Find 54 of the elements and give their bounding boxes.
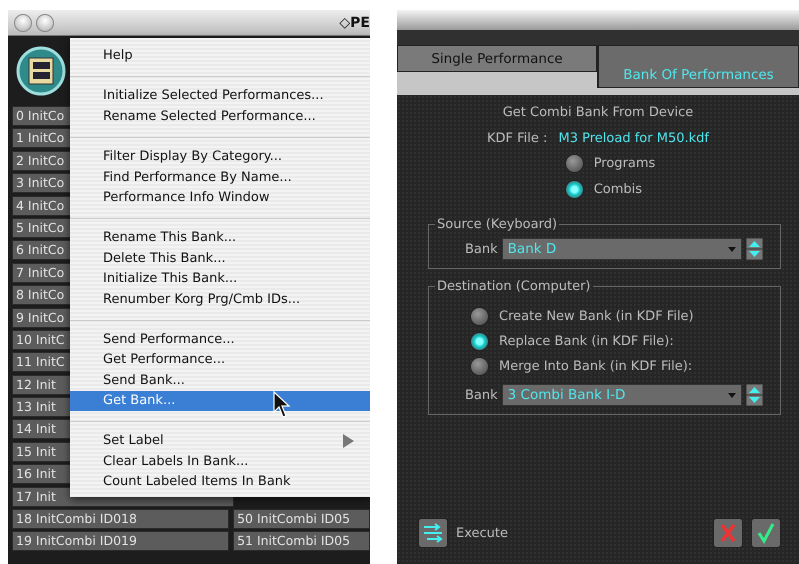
menu-item[interactable]: Get Performance... — [70, 350, 370, 371]
menu-item[interactable]: Send Performance... — [70, 330, 370, 350]
group-title: Source (Keyboard) — [436, 217, 558, 232]
execute-label: Execute — [456, 526, 508, 540]
window-title: ◇PE — [339, 14, 370, 30]
menu-item[interactable]: Set Label — [70, 431, 370, 452]
tab[interactable]: Single Performance — [397, 45, 597, 72]
radio-button[interactable] — [470, 306, 489, 326]
radio-button[interactable] — [470, 332, 489, 350]
radio-label: Combis — [594, 182, 642, 196]
field-label: Bank — [465, 242, 498, 256]
menu-item[interactable]: Renumber Korg Prg/Cmb IDs... — [70, 290, 370, 310]
submenu-arrow-icon — [342, 434, 354, 448]
radio-label: Replace Bank (in KDF File): — [499, 334, 674, 348]
menu-item[interactable]: Initialize Selected Performances... — [70, 86, 370, 107]
radio-button[interactable] — [564, 180, 584, 198]
performance-cell[interactable]: 18 InitCombi ID018 — [12, 509, 230, 530]
menu-item[interactable]: Performance Info Window — [70, 188, 370, 208]
radio-label: Programs — [594, 156, 656, 170]
menu-item[interactable]: Send Bank... — [70, 370, 370, 392]
mouse-pointer-icon — [273, 391, 291, 418]
execute-button[interactable] — [418, 518, 448, 548]
menu-item[interactable]: Rename This Bank... — [70, 228, 370, 249]
stepper-button[interactable] — [746, 238, 763, 260]
bank-dropdown[interactable]: Bank D — [502, 238, 742, 260]
bank-dropdown[interactable]: 3 Combi Bank I-D — [502, 384, 742, 406]
tab[interactable]: Bank Of Performances — [597, 45, 799, 88]
radio-label: Merge Into Bank (in KDF File): — [499, 358, 692, 374]
performance-cell[interactable]: 51 InitCombi ID05 — [233, 531, 370, 552]
radio-button[interactable] — [470, 356, 489, 376]
performance-cell[interactable]: 19 InitCombi ID019 — [12, 531, 230, 552]
window-control-button[interactable] — [14, 14, 32, 32]
stepper-button[interactable] — [746, 384, 763, 406]
menu-item[interactable]: Help — [70, 46, 370, 66]
menu-item[interactable]: Find Performance By Name... — [70, 168, 370, 188]
menu-item[interactable]: Count Labeled Items In Bank — [70, 472, 370, 493]
menu-item[interactable]: Rename Selected Performance... — [70, 106, 370, 128]
window-control-button[interactable] — [36, 14, 54, 32]
caret-icon — [728, 246, 736, 252]
field-label: Bank — [465, 388, 498, 402]
group-title: Destination (Computer) — [436, 279, 592, 294]
menu-item[interactable]: Delete This Bank... — [70, 248, 370, 270]
kdf-label: KDF File : — [487, 131, 548, 146]
radio-button[interactable] — [564, 154, 584, 172]
radio-label: Create New Bank (in KDF File) — [499, 308, 694, 324]
menu-item[interactable]: Clear Labels In Bank... — [70, 452, 370, 472]
menu-item[interactable]: Filter Display By Category... — [70, 147, 370, 168]
menu-item[interactable]: Initialize This Bank... — [70, 269, 370, 290]
cancel-button[interactable] — [713, 518, 743, 548]
performance-cell[interactable]: 50 InitCombi ID05 — [233, 509, 370, 530]
caret-icon — [728, 392, 736, 398]
dialog-heading: Get Combi Bank From Device — [502, 105, 694, 120]
ok-button[interactable] — [751, 518, 781, 548]
kdf-file-name: M3 Preload for M50.kdf — [558, 131, 709, 146]
